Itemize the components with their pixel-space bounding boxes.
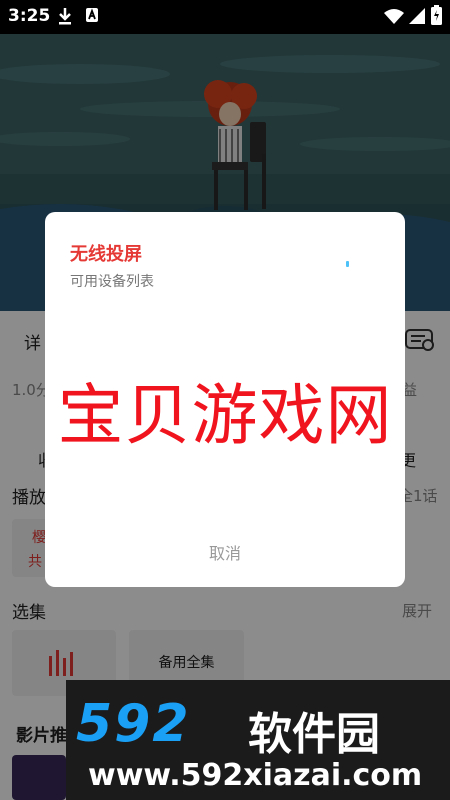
loading-spinner-icon <box>346 261 349 267</box>
brand-number: 592 <box>76 694 191 754</box>
cancel-button[interactable]: 取消 <box>45 540 405 564</box>
status-bar: 3:25 <box>0 0 450 34</box>
signal-icon <box>409 8 425 24</box>
battery-charging-icon <box>431 5 442 25</box>
wifi-icon <box>384 9 404 24</box>
dialog-subtitle: 可用设备列表 <box>70 274 154 290</box>
download-icon <box>59 8 71 25</box>
status-time: 3:25 <box>8 6 51 26</box>
brand-name: 软件园 <box>248 709 380 760</box>
watermark-logo: 592 软件园 www.592xiazai.com <box>66 680 450 800</box>
watermark-text: 宝贝游戏网 <box>57 377 393 454</box>
brand-url: www.592xiazai.com <box>88 758 423 793</box>
dialog-title: 无线投屏 <box>70 244 142 265</box>
app-notification-icon <box>86 8 98 22</box>
